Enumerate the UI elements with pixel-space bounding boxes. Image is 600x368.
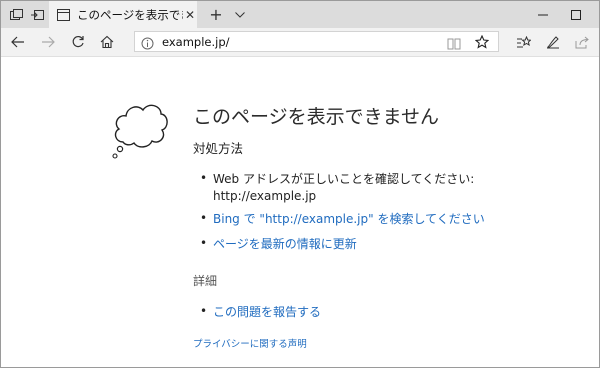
browser-tab[interactable]: このページを表示できません ✕ (49, 1, 197, 28)
star-icon[interactable] (474, 34, 490, 53)
tab-bar: このページを表示できません ✕ + (1, 1, 599, 28)
close-icon[interactable]: ✕ (185, 8, 195, 22)
home-icon[interactable] (96, 31, 118, 53)
reading-view-icon[interactable] (447, 35, 461, 54)
page-title: このページを表示できません (193, 106, 440, 128)
details-heading: 詳細 (193, 274, 218, 288)
favorites-hub-icon[interactable] (512, 31, 534, 53)
share-icon[interactable] (571, 31, 593, 53)
refresh-page-link[interactable]: ページを最新の情報に更新 (213, 236, 357, 253)
set-aside-tabs-icon[interactable] (26, 1, 48, 28)
page-icon (57, 8, 71, 22)
navigation-bar: example.jp/ (1, 28, 599, 57)
bullet: • (200, 211, 208, 225)
report-problem-link[interactable]: この問題を報告する (213, 304, 321, 321)
arrow-left-icon[interactable] (7, 31, 29, 53)
tip-check-address-text: Web アドレスが正しいことを確認してください: (213, 172, 475, 186)
plus-icon[interactable]: + (205, 1, 227, 28)
pen-icon[interactable] (542, 31, 564, 53)
privacy-statement-link[interactable]: プライバシーに関する声明 (193, 336, 307, 350)
refresh-icon[interactable] (67, 31, 89, 53)
search-bing-link[interactable]: Bing で "http://example.jp" を検索してください (213, 211, 485, 228)
thought-cloud-icon (112, 104, 168, 159)
troubleshooting-heading: 対処方法 (193, 141, 244, 156)
maximize-icon[interactable] (561, 1, 591, 28)
tip-check-address-url: http://example.jp (213, 189, 317, 203)
address-url: example.jp/ (162, 35, 230, 49)
bullet: • (200, 304, 208, 318)
bullet: • (200, 236, 208, 250)
arrow-right-icon[interactable] (37, 31, 59, 53)
bullet: • (200, 171, 208, 185)
info-icon[interactable] (141, 35, 154, 50)
minimize-icon[interactable] (528, 1, 558, 28)
tab-manager-icon[interactable] (5, 1, 27, 28)
browser-window: このページを表示できません ✕ + e (0, 0, 600, 368)
tab-title: このページを表示できません (77, 7, 183, 22)
address-bar[interactable]: example.jp/ (134, 31, 499, 52)
chevron-down-icon[interactable] (229, 1, 251, 28)
